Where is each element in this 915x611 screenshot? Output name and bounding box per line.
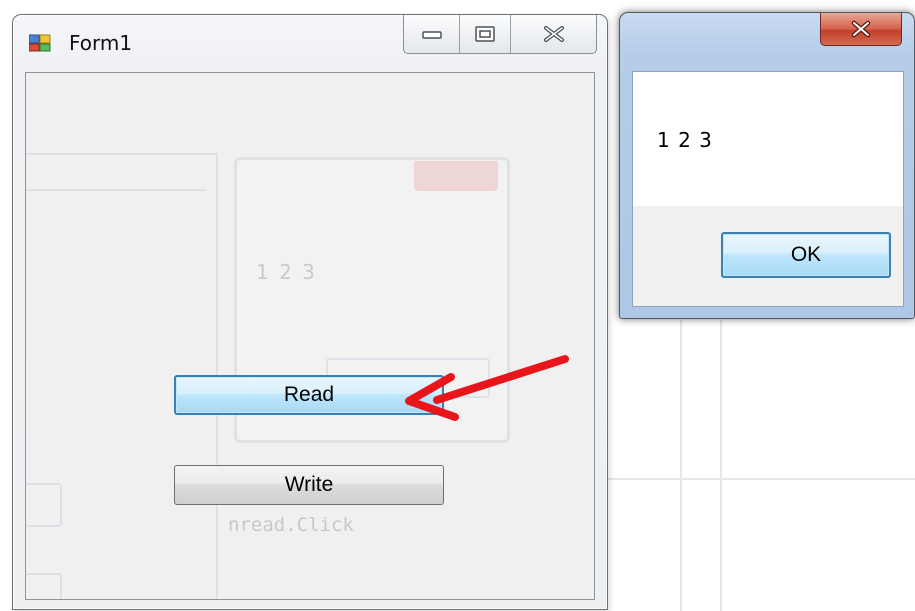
caption-buttons: [403, 15, 597, 54]
ghost-caption-buttons: [26, 155, 206, 191]
ghost-textbox: [26, 483, 62, 527]
ghost-message-text: 1 2 3: [256, 260, 317, 284]
message-box-client-area: 1 2 3 OK: [632, 71, 904, 307]
ghost-msgbox-close: [414, 161, 498, 191]
close-icon: [543, 26, 564, 42]
window-title: Form1: [69, 31, 133, 55]
ok-button[interactable]: OK: [721, 232, 891, 278]
write-button[interactable]: Write: [174, 465, 444, 505]
close-icon: [851, 20, 871, 38]
background-divider: [608, 478, 915, 480]
maximize-button[interactable]: [459, 15, 510, 53]
ghost-code-text: nread.Click: [228, 514, 354, 536]
close-button[interactable]: [510, 15, 596, 53]
form1-window: Form1 1 2 3 nread.Click Read Write: [12, 14, 608, 610]
message-text: 1 2 3: [657, 128, 713, 152]
message-box-window: 1 2 3 OK: [619, 12, 915, 319]
background-divider: [680, 320, 682, 611]
ghost-textbox: [26, 573, 62, 599]
minimize-icon: [421, 31, 442, 39]
red-arrow-annotation: [405, 355, 569, 421]
background-divider: [720, 320, 722, 611]
message-box-close-button[interactable]: [820, 13, 902, 46]
minimize-button[interactable]: [404, 15, 459, 53]
app-icon: [29, 34, 51, 52]
restore-icon: [475, 26, 495, 42]
